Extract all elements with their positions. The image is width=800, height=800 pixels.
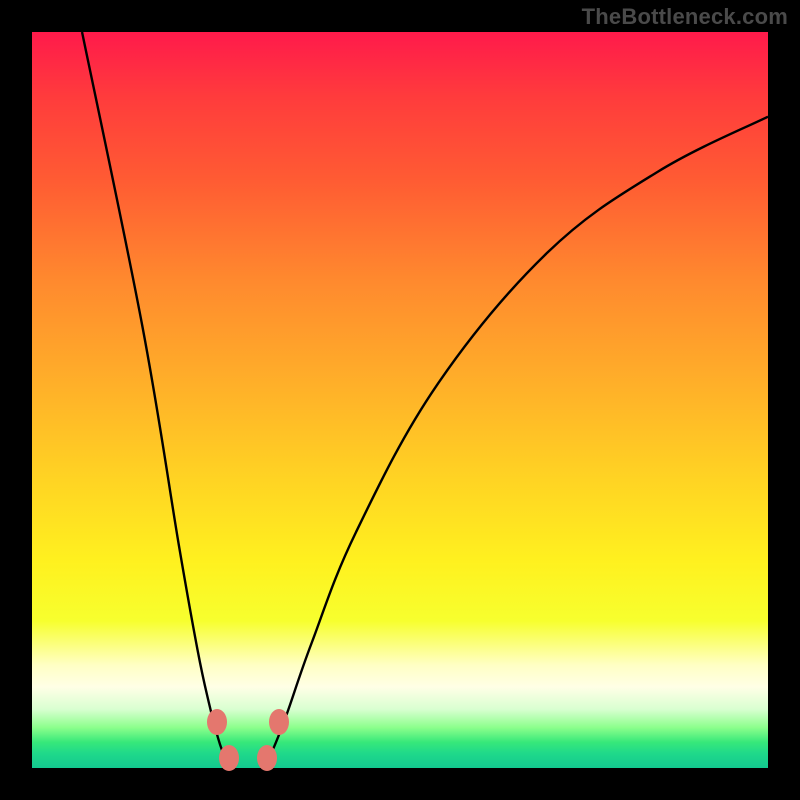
curve-marker: [269, 709, 289, 735]
watermark-text: TheBottleneck.com: [582, 4, 788, 30]
curve-marker: [219, 745, 239, 771]
curve-marker: [207, 709, 227, 735]
curve-marker: [257, 745, 277, 771]
chart-frame: TheBottleneck.com: [0, 0, 800, 800]
marker-layer: [32, 32, 768, 768]
